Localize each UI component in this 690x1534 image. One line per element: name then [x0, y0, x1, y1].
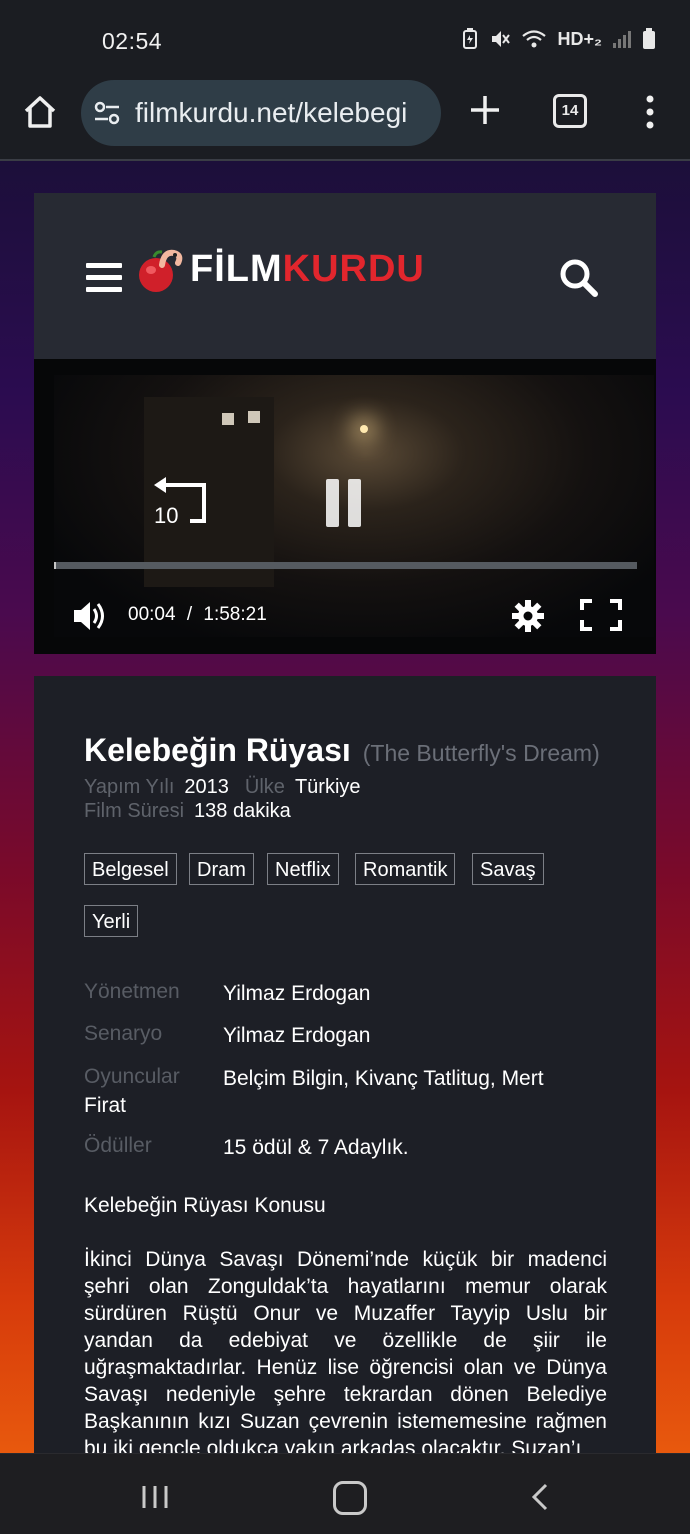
director-value[interactable]: Yilmaz Erdogan	[223, 980, 603, 1007]
gear-icon[interactable]	[511, 599, 545, 633]
progress-fill	[54, 562, 56, 569]
hd-signal-icon: HD+₂	[557, 29, 602, 49]
site-settings-icon[interactable]	[93, 100, 121, 126]
address-bar[interactable]: filmkurdu.net/kelebegi	[81, 80, 441, 146]
status-time: 02:54	[102, 28, 163, 54]
cast-label: Oyuncular	[84, 1065, 180, 1088]
genre-tag[interactable]: Savaş	[472, 853, 544, 885]
current-time: 00:04	[128, 604, 176, 625]
battery-saver-icon	[461, 28, 479, 50]
plot-text: İkinci Dünya Savaşı Dönemi’nde küçük bir…	[84, 1248, 607, 1460]
home-icon[interactable]	[22, 94, 58, 130]
wifi-icon	[521, 28, 547, 50]
replay-seconds-text: 10	[154, 503, 178, 528]
awards-value: 15 ödül & 7 Adaylık.	[223, 1136, 409, 1159]
time-display: 00:04 / 1:58:21	[128, 604, 267, 626]
movie-title-row: Kelebeğin Rüyası (The Butterfly's Dream)	[84, 732, 600, 769]
overflow-menu-icon[interactable]	[640, 94, 660, 130]
logo-film-text: FİLM	[190, 247, 283, 290]
genre-tag[interactable]: Romantik	[355, 853, 456, 885]
home-nav-icon[interactable]	[333, 1481, 367, 1515]
progress-bar[interactable]	[54, 562, 637, 569]
url-text[interactable]: filmkurdu.net/kelebegi	[135, 97, 435, 129]
plot-heading: Kelebeğin Rüyası Konusu	[84, 1194, 326, 1217]
fullscreen-icon[interactable]	[580, 599, 622, 631]
genre-tag[interactable]: Netflix	[267, 853, 339, 885]
country-value[interactable]: Türkiye	[295, 776, 361, 798]
writer-value[interactable]: Yilmaz Erdogan	[223, 1022, 603, 1049]
worm-apple-logo-icon	[139, 249, 183, 292]
status-bar: 02:54 HD+₂	[0, 0, 690, 80]
logo-kurdu-text: KURDU	[282, 247, 425, 290]
year-country-row: Yapım Yılı 2013 Ülke Türkiye	[84, 776, 361, 799]
country-label: Ülke	[244, 776, 285, 798]
genre-tag[interactable]: Yerli	[84, 905, 139, 937]
replay-10-button[interactable]: 10	[150, 475, 214, 529]
mute-icon	[489, 28, 511, 50]
battery-icon	[642, 28, 656, 50]
movie-title: Kelebeğin Rüyası	[84, 732, 351, 768]
signal-icon	[612, 28, 632, 50]
cast-value-wrap[interactable]: Firat	[84, 1092, 464, 1119]
back-icon[interactable]	[530, 1482, 550, 1512]
volume-icon[interactable]	[72, 599, 108, 633]
search-icon[interactable]	[558, 257, 600, 299]
cast-value[interactable]: Belçim Bilgin, Kivanç Tatlitug, Mert	[223, 1065, 603, 1092]
new-tab-icon[interactable]	[468, 93, 502, 127]
status-icons: HD+₂	[461, 28, 656, 50]
original-title: (The Butterfly's Dream)	[362, 740, 600, 766]
site-header: FİLM KURDU	[34, 193, 656, 359]
video-player[interactable]: 10 00:04 / 1:58:21	[34, 359, 656, 654]
genre-tag[interactable]: Dram	[189, 853, 254, 885]
year-value[interactable]: 2013	[184, 776, 229, 798]
year-label: Yapım Yılı	[84, 776, 175, 798]
movie-info: Kelebeğin Rüyası (The Butterfly's Dream) …	[34, 676, 656, 1460]
director-label: Yönetmen	[84, 980, 180, 1003]
tab-switcher-button[interactable]: 14	[553, 94, 587, 128]
awards-label: Ödüller	[84, 1134, 152, 1157]
duration-row: Film Süresi 138 dakika	[84, 800, 291, 823]
duration-value: 138 dakika	[194, 800, 291, 822]
pause-button[interactable]	[324, 479, 364, 529]
total-duration: 1:58:21	[203, 604, 267, 625]
site-logo[interactable]: FİLM KURDU	[134, 243, 425, 295]
genre-tag[interactable]: Belgesel	[84, 853, 177, 885]
hamburger-menu-icon[interactable]	[86, 263, 122, 293]
system-navigation-bar	[0, 1453, 690, 1534]
browser-toolbar: filmkurdu.net/kelebegi 14	[0, 80, 690, 161]
writer-label: Senaryo	[84, 1022, 163, 1045]
recent-apps-icon[interactable]	[140, 1484, 170, 1510]
video-scene-lamp	[360, 425, 368, 433]
time-separator: /	[186, 604, 193, 625]
duration-label: Film Süresi	[84, 800, 185, 822]
